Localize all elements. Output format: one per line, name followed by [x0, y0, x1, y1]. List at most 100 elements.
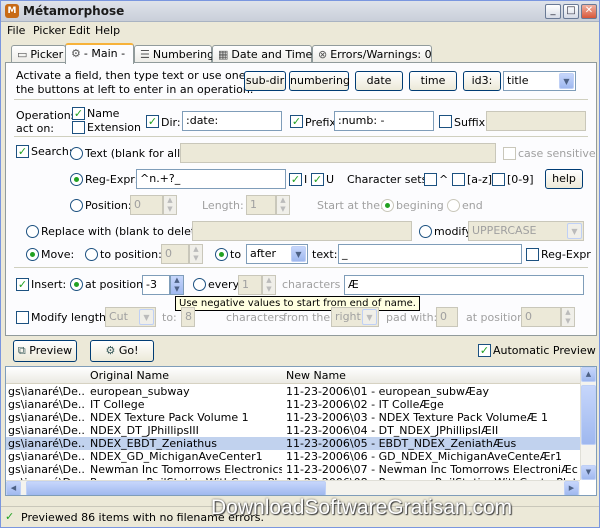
- to-position-input[interactable]: 0: [161, 244, 189, 264]
- every-spinner[interactable]: ▲ ▼: [262, 275, 276, 295]
- modify-at-position-input[interactable]: 0: [521, 307, 561, 327]
- table-row[interactable]: gs\ianaré\De... NDEX_DT_JPhillipsIII 11-23…: [6, 424, 580, 437]
- ignore-case-checkbox[interactable]: ✓: [289, 173, 302, 186]
- dir-input[interactable]: :date:: [182, 111, 282, 131]
- at-position-radio[interactable]: [70, 278, 83, 291]
- hscroll-thumb[interactable]: [26, 481, 326, 495]
- table-row[interactable]: gs\ianaré\De... Newman Inc Tomorrows Elec…: [6, 463, 580, 476]
- digits-checkbox[interactable]: [492, 173, 505, 186]
- name-checkbox[interactable]: ✓: [72, 107, 85, 120]
- cell-new: 11-23-2006\04 - DT_NDEX_JPhillipsIÆII: [286, 424, 499, 437]
- from-select[interactable]: right ▼: [331, 307, 379, 327]
- length-input[interactable]: 1: [246, 195, 276, 215]
- date-button[interactable]: date: [355, 71, 403, 91]
- scroll-up-icon[interactable]: ▲: [581, 367, 596, 382]
- scroll-down-icon[interactable]: ▼: [581, 465, 596, 480]
- position-label: Position:: [85, 199, 132, 212]
- after-select[interactable]: after ▼: [246, 244, 308, 264]
- pad-with-input[interactable]: 0: [436, 307, 458, 327]
- menu-edit[interactable]: Edit: [69, 24, 90, 37]
- maximize-button[interactable]: □: [563, 4, 579, 19]
- results-table[interactable]: Original Name New Name gs\ianaré\De... eu…: [5, 366, 597, 496]
- position-input[interactable]: 0: [130, 195, 163, 215]
- tab-errors[interactable]: ⊗ Errors/Warnings: 0: [312, 45, 432, 63]
- to-position-radio[interactable]: [85, 248, 98, 261]
- column-header-new[interactable]: New Name: [286, 369, 346, 382]
- numbering-button[interactable]: numbering: [289, 71, 350, 91]
- suffix-input[interactable]: [486, 111, 586, 131]
- title-bar: M Métamorphose _ □ ✕: [1, 1, 599, 22]
- time-button[interactable]: time: [409, 71, 457, 91]
- regexpr-input[interactable]: ^n.+?_: [136, 169, 286, 189]
- to-length-input[interactable]: 8: [181, 307, 195, 327]
- scroll-thumb[interactable]: [581, 385, 596, 445]
- tab-picker[interactable]: ▭ Picker: [11, 45, 66, 63]
- every-radio[interactable]: [193, 278, 206, 291]
- begining-radio[interactable]: [381, 199, 394, 212]
- length-spinner[interactable]: ▲ ▼: [276, 195, 290, 215]
- tab-main[interactable]: ⚙ - Main -: [65, 43, 134, 64]
- move-radio[interactable]: [26, 248, 39, 261]
- modify-at-position-spinner[interactable]: ▲ ▼: [561, 307, 575, 327]
- preview-button[interactable]: ⧉ Preview: [13, 340, 77, 362]
- cut-select[interactable]: Cut ▼: [105, 307, 156, 327]
- replace-radio[interactable]: [26, 225, 39, 238]
- table-row[interactable]: gs\ianaré\De... NDEX_GD_MichiganAveCenter…: [6, 450, 580, 463]
- vertical-scrollbar[interactable]: ▲ ▼: [580, 367, 596, 480]
- move-text-input[interactable]: _: [338, 244, 522, 264]
- regexpr-radio[interactable]: [70, 173, 83, 186]
- caret-checkbox[interactable]: [424, 173, 437, 186]
- table-row[interactable]: gs\ianaré\De... NDEX_EBDT_Zeniathus 11-23-…: [6, 437, 580, 450]
- tab-numbering[interactable]: ☰ Numbering: [134, 45, 214, 63]
- dir-label: Dir:: [161, 116, 181, 129]
- table-row[interactable]: gs\ianaré\De... IT College 11-23-2006\02 -…: [6, 398, 580, 411]
- cell-path: gs\ianaré\De...: [8, 437, 86, 450]
- subdir-button[interactable]: sub-dir: [244, 71, 286, 91]
- modify-length-checkbox[interactable]: [16, 311, 29, 324]
- text-radio[interactable]: [70, 147, 83, 160]
- scroll-left-icon[interactable]: ◀: [6, 481, 21, 495]
- position-spinner[interactable]: ▲ ▼: [163, 195, 177, 215]
- scroll-right-icon[interactable]: ▶: [564, 481, 579, 495]
- start-at-label: Start at the:: [317, 199, 384, 212]
- replace-input[interactable]: [192, 221, 412, 241]
- table-row[interactable]: gs\ianaré\De... NDEX Texture Pack Volume …: [6, 411, 580, 424]
- end-radio[interactable]: [447, 199, 460, 212]
- unicode-checkbox[interactable]: ✓: [311, 173, 324, 186]
- menu-file[interactable]: File: [7, 24, 25, 37]
- suffix-checkbox[interactable]: [439, 115, 452, 128]
- insert-checkbox[interactable]: ✓: [16, 278, 29, 291]
- menu-help[interactable]: Help: [95, 24, 120, 37]
- column-header-original[interactable]: Original Name: [90, 369, 169, 382]
- go-button[interactable]: ⚙ Go!: [90, 340, 154, 362]
- automatic-preview-checkbox[interactable]: ✓: [478, 344, 491, 357]
- horizontal-scrollbar[interactable]: ◀ ▶: [6, 480, 580, 495]
- every-input[interactable]: 1: [238, 275, 262, 295]
- case-sensitive-checkbox[interactable]: [503, 147, 516, 160]
- modify-select[interactable]: UPPERCASE ▼: [468, 221, 584, 241]
- dir-checkbox[interactable]: ✓: [146, 115, 159, 128]
- at-position-spinner[interactable]: ▲ ▼: [170, 275, 184, 295]
- to-radio[interactable]: [215, 248, 228, 261]
- menu-picker[interactable]: Picker: [33, 24, 66, 37]
- prefix-input[interactable]: :numb: -: [334, 111, 434, 131]
- id3-select[interactable]: title ▼: [503, 71, 576, 91]
- to-position-spinner[interactable]: ▲ ▼: [189, 244, 203, 264]
- extension-checkbox[interactable]: [72, 121, 85, 134]
- close-button[interactable]: ✕: [581, 4, 597, 19]
- table-header: Original Name New Name: [6, 367, 596, 384]
- az-checkbox[interactable]: [452, 173, 465, 186]
- modify-radio[interactable]: [419, 225, 432, 238]
- text-search-input[interactable]: [180, 143, 496, 163]
- search-checkbox[interactable]: ✓: [16, 145, 29, 158]
- prefix-checkbox[interactable]: ✓: [290, 115, 303, 128]
- tab-date-time[interactable]: ▦ Date and Time: [212, 45, 312, 63]
- id3-button[interactable]: id3:: [463, 71, 501, 91]
- help-button[interactable]: help: [545, 169, 583, 189]
- minimize-button[interactable]: _: [545, 4, 561, 19]
- at-position-input[interactable]: -3: [142, 275, 170, 295]
- position-radio[interactable]: [70, 199, 83, 212]
- table-row[interactable]: gs\ianaré\De... european_subway 11-23-2006…: [6, 385, 580, 398]
- insert-text-input[interactable]: Æ: [344, 275, 584, 295]
- move-regexpr-checkbox[interactable]: [526, 248, 539, 261]
